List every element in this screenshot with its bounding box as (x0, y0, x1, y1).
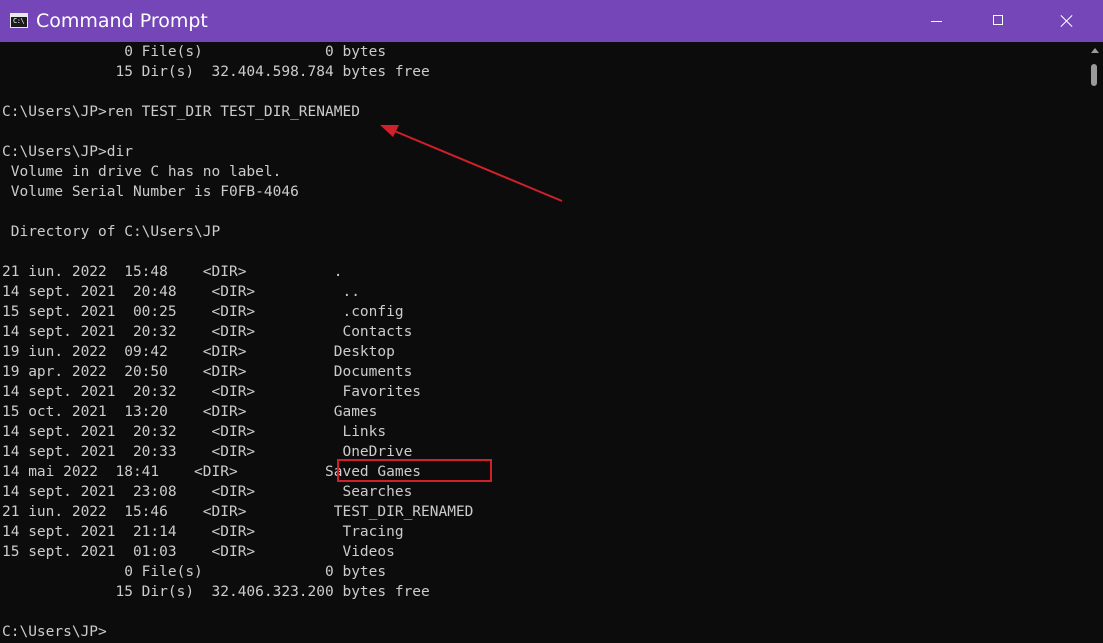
console-line: 21 iun. 2022 15:48 <DIR> . (2, 264, 343, 280)
console-lines: 0 File(s) 0 bytes 15 Dir(s) 32.404.598.7… (2, 42, 473, 642)
console-line: C:\Users\JP>dir (2, 144, 133, 160)
minimize-icon (931, 21, 942, 22)
window-title: Command Prompt (36, 10, 208, 32)
console-line: 14 sept. 2021 21:14 <DIR> Tracing (2, 524, 404, 540)
minimize-button[interactable] (905, 0, 967, 42)
console-line: 15 Dir(s) 32.404.598.784 bytes free (2, 64, 430, 80)
console-line: Directory of C:\Users\JP (2, 224, 221, 240)
command-prompt-icon[interactable]: C:\ (10, 13, 28, 28)
maximize-icon (993, 15, 1003, 25)
console-line: 14 sept. 2021 23:08 <DIR> Searches (2, 484, 413, 500)
maximize-button[interactable] (967, 0, 1029, 42)
console-line: 14 sept. 2021 20:32 <DIR> Favorites (2, 384, 422, 400)
console-line: 0 File(s) 0 bytes (2, 44, 387, 60)
title-bar[interactable]: C:\ Command Prompt (0, 0, 1103, 42)
renamed-folder-highlight (337, 459, 492, 482)
console-line: 0 File(s) 0 bytes (2, 564, 387, 580)
close-button[interactable] (1029, 0, 1103, 42)
console-line: 15 sept. 2021 01:03 <DIR> Videos (2, 544, 395, 560)
console-line: 19 apr. 2022 20:50 <DIR> Documents (2, 364, 413, 380)
console-line: 15 sept. 2021 00:25 <DIR> .config (2, 304, 404, 320)
console-line: Volume in drive C has no label. (2, 164, 282, 180)
console-line: Volume Serial Number is F0FB-4046 (2, 184, 299, 200)
console-line: C:\Users\JP>ren TEST_DIR TEST_DIR_RENAME… (2, 104, 360, 120)
app-icon-glyph: C:\ (13, 17, 25, 25)
vertical-scrollbar[interactable] (1088, 42, 1103, 643)
console-line: 14 sept. 2021 20:48 <DIR> .. (2, 284, 360, 300)
console-line: 14 sept. 2021 20:32 <DIR> Contacts (2, 324, 413, 340)
command-prompt-window: C:\ Command Prompt 0 File(s) 0 bytes 15 … (0, 0, 1103, 643)
console-line: 15 Dir(s) 32.406.323.200 bytes free (2, 584, 430, 600)
console-line: C:\Users\JP> (2, 624, 107, 640)
close-icon (1061, 15, 1073, 27)
scroll-thumb[interactable] (1091, 64, 1097, 86)
scroll-up-arrow-icon[interactable] (1091, 48, 1099, 53)
console-line: 19 iun. 2022 09:42 <DIR> Desktop (2, 344, 395, 360)
console-line: 15 oct. 2021 13:20 <DIR> Games (2, 404, 378, 420)
console-line: 21 iun. 2022 15:46 <DIR> TEST_DIR_RENAME… (2, 504, 474, 520)
console-output[interactable]: 0 File(s) 0 bytes 15 Dir(s) 32.404.598.7… (0, 42, 1088, 643)
console-line: 14 sept. 2021 20:32 <DIR> Links (2, 424, 387, 440)
